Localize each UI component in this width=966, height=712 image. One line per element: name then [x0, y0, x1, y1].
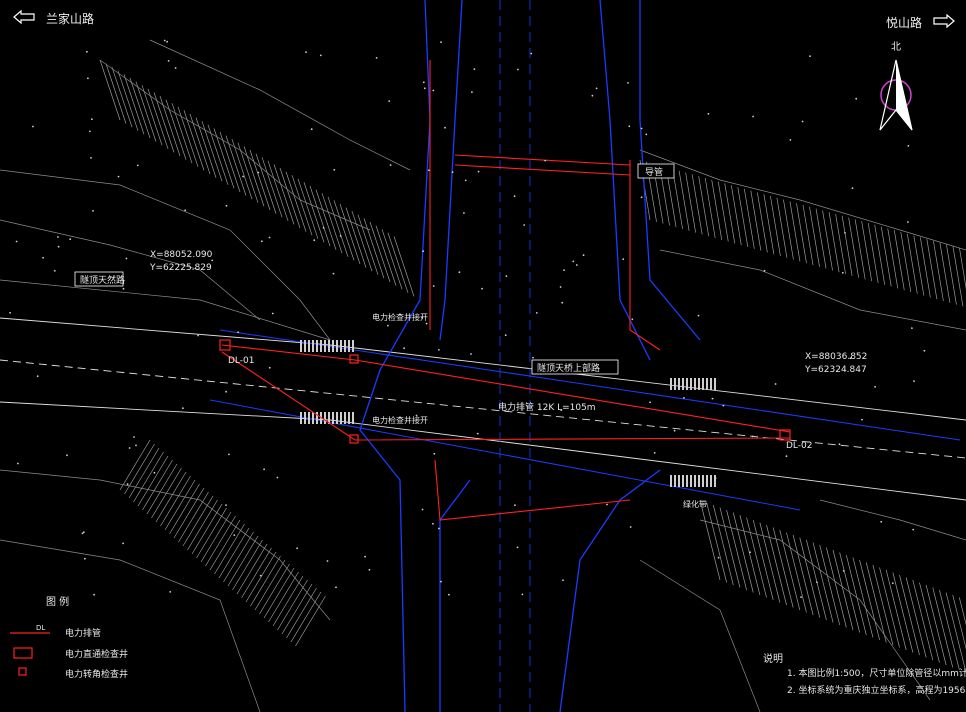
notes-line-2: 2. 坐标系统为重庆独立坐标系，高程为1956年黄海高程系。	[787, 684, 966, 696]
notes-line-1: 1. 本图比例1:500，尺寸单位除管径以mm计外，其余均以m计。	[787, 667, 966, 679]
label-coord-left-x: X=88052.090	[150, 250, 213, 260]
arrow-right-icon[interactable]	[932, 13, 956, 31]
label-work-well-top: 导管	[645, 166, 663, 178]
label-well-dl-02: DL-02	[786, 441, 813, 451]
legend-title: 图 例	[46, 595, 69, 608]
label-well-top: 电力检查井接开	[372, 312, 428, 322]
arrow-left-icon[interactable]	[12, 9, 36, 27]
label-coord-left-y: Y=62225.829	[149, 263, 212, 273]
legend-item-corner-well: 电力转角检查井	[65, 668, 128, 680]
label-work-well-left: 隧顶天然路	[80, 274, 125, 286]
label-work-well-center: 隧顶天桥上部路	[537, 362, 600, 374]
header-left: 兰家山路	[12, 9, 95, 27]
cad-drawing: 隧顶天然路 导管 隧顶天桥上部路 电力排管 12K L=105m DL-01 D…	[0, 0, 966, 712]
label-well-bottom: 电力检查井接开	[372, 415, 428, 425]
left-road-name: 兰家山路	[46, 12, 95, 26]
right-road-name: 悦山路	[886, 16, 923, 30]
legend-item-cable: 电力排管	[65, 627, 101, 639]
label-coord-right-y: Y=62324.847	[804, 365, 867, 375]
north-label: 北	[891, 41, 901, 53]
header-right: 悦山路	[886, 13, 956, 31]
legend-symbol-dl: DL	[36, 624, 45, 632]
label-coord-right-x: X=88036.852	[805, 352, 867, 362]
legend-item-straight-well: 电力直通检查井	[65, 648, 128, 660]
label-well-dl-01: DL-01	[228, 356, 255, 366]
label-route: 电力排管 12K L=105m	[498, 401, 596, 413]
notes-title: 说明	[763, 652, 783, 665]
label-green-area: 绿化带	[683, 499, 707, 509]
